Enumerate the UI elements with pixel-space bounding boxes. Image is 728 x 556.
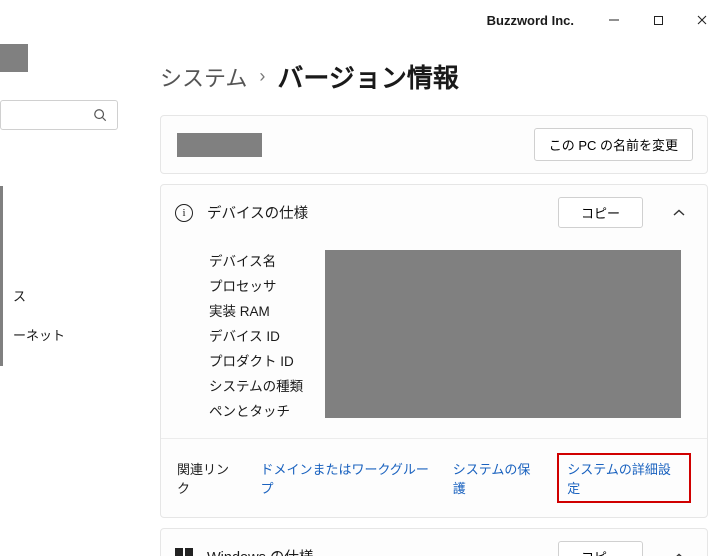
- maximize-button[interactable]: [636, 4, 680, 36]
- pc-name-card: この PC の名前を変更: [160, 115, 708, 174]
- spec-labels: デバイス名 プロセッサ 実装 RAM デバイス ID プロダクト ID システム…: [209, 250, 305, 420]
- nav-list: ス ーネット: [0, 186, 140, 366]
- close-button[interactable]: [680, 4, 724, 36]
- profile-avatar[interactable]: [0, 44, 28, 72]
- related-label: 関連リンク: [177, 459, 240, 497]
- chevron-right-icon: ›: [259, 66, 265, 87]
- windows-icon: [175, 548, 193, 556]
- spec-label: デバイス名: [209, 250, 305, 270]
- titlebar: Buzzword Inc.: [0, 0, 728, 40]
- chevron-up-icon[interactable]: [665, 553, 693, 556]
- page-title: バージョン情報: [277, 58, 458, 95]
- spec-values-redacted: [325, 250, 681, 418]
- breadcrumb-parent[interactable]: システム: [160, 61, 247, 93]
- chevron-up-icon[interactable]: [665, 209, 693, 217]
- main-content: システム › バージョン情報 この PC の名前を変更 i デバイスの仕様 コピ…: [140, 40, 728, 556]
- nav-item[interactable]: ス: [13, 286, 140, 305]
- pc-name-redacted: [177, 133, 262, 157]
- related-links-row: 関連リンク ドメインまたはワークグループ システムの保護 システムの詳細設定: [161, 438, 707, 517]
- spec-label: プロセッサ: [209, 275, 305, 295]
- sidebar: ス ーネット: [0, 40, 140, 556]
- windows-spec-title: Windows の仕様: [207, 546, 544, 556]
- device-spec-header[interactable]: i デバイスの仕様 コピー: [161, 185, 707, 240]
- info-icon: i: [175, 204, 193, 222]
- link-advanced-settings[interactable]: システムの詳細設定: [567, 462, 671, 496]
- spec-label: ペンとタッチ: [209, 400, 305, 420]
- highlight-annotation: システムの詳細設定: [557, 453, 691, 503]
- device-spec-title: デバイスの仕様: [207, 202, 544, 223]
- spec-label: プロダクト ID: [209, 350, 305, 370]
- device-spec-body: デバイス名 プロセッサ 実装 RAM デバイス ID プロダクト ID システム…: [161, 240, 707, 438]
- nav-item[interactable]: ーネット: [13, 325, 140, 344]
- link-system-protection[interactable]: システムの保護: [453, 459, 541, 497]
- copy-button[interactable]: コピー: [558, 197, 643, 228]
- rename-pc-button[interactable]: この PC の名前を変更: [534, 128, 693, 161]
- spec-label: システムの種類: [209, 375, 305, 395]
- copy-button[interactable]: コピー: [558, 541, 643, 556]
- breadcrumb: システム › バージョン情報: [160, 58, 708, 95]
- search-icon: [93, 108, 107, 122]
- spec-label: デバイス ID: [209, 325, 305, 345]
- minimize-button[interactable]: [592, 4, 636, 36]
- window-title: Buzzword Inc.: [487, 13, 574, 28]
- device-spec-card: i デバイスの仕様 コピー デバイス名 プロセッサ 実装 RAM デバイス ID…: [160, 184, 708, 518]
- spec-label: 実装 RAM: [209, 300, 305, 320]
- windows-spec-card[interactable]: Windows の仕様 コピー: [160, 528, 708, 556]
- link-domain-workgroup[interactable]: ドメインまたはワークグループ: [260, 459, 436, 497]
- search-input[interactable]: [0, 100, 118, 130]
